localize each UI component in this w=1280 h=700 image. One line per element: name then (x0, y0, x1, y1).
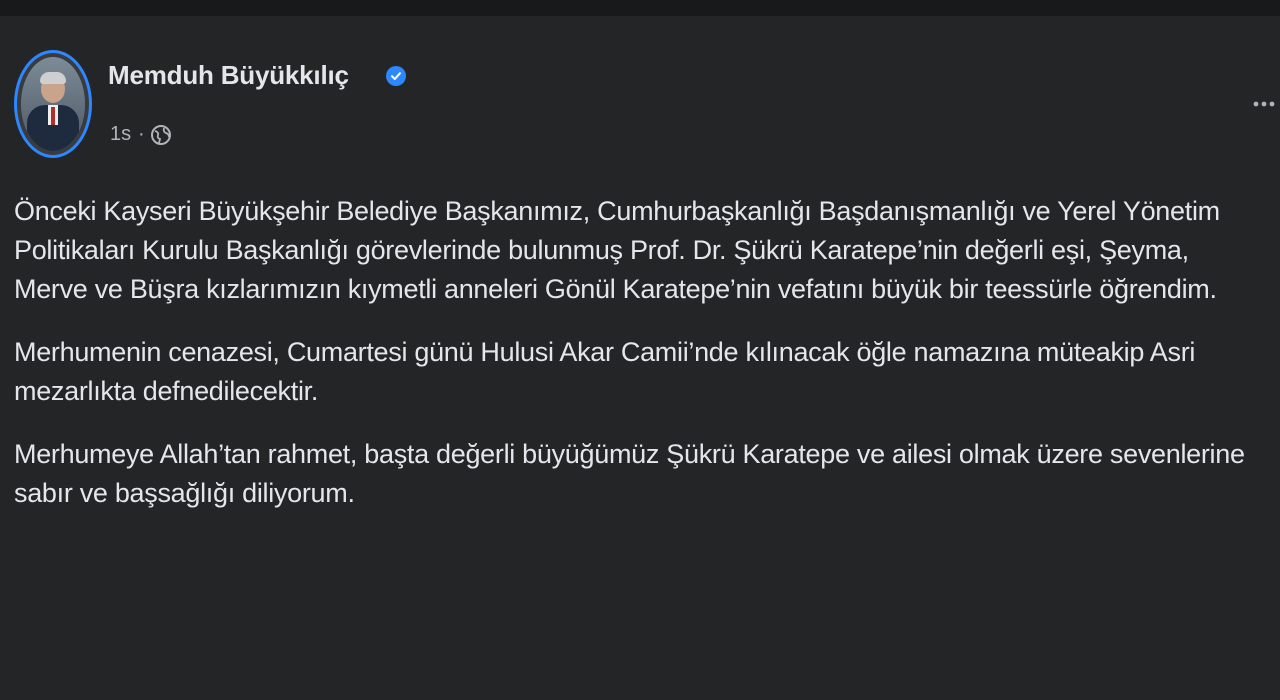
avatar-photo (21, 57, 85, 151)
post-paragraph: Merhumeye Allah’tan rahmet, başta değerl… (14, 439, 1245, 508)
post-timestamp[interactable]: 1s (110, 123, 131, 146)
meta-separator: · (138, 123, 145, 145)
more-options-icon[interactable] (1252, 92, 1276, 116)
top-bar (0, 0, 1280, 16)
author-avatar[interactable] (14, 50, 92, 158)
globe-icon[interactable] (150, 124, 172, 146)
verified-badge-icon (386, 66, 406, 86)
post-body: Önceki Kayseri Büyükşehir Belediye Başka… (14, 192, 1264, 537)
post-paragraph: Merhumenin cenazesi, Cumartesi günü Hulu… (14, 337, 1196, 406)
post-paragraph: Önceki Kayseri Büyükşehir Belediye Başka… (14, 196, 1220, 304)
author-name[interactable]: Memduh Büyükkılıç (108, 60, 349, 91)
